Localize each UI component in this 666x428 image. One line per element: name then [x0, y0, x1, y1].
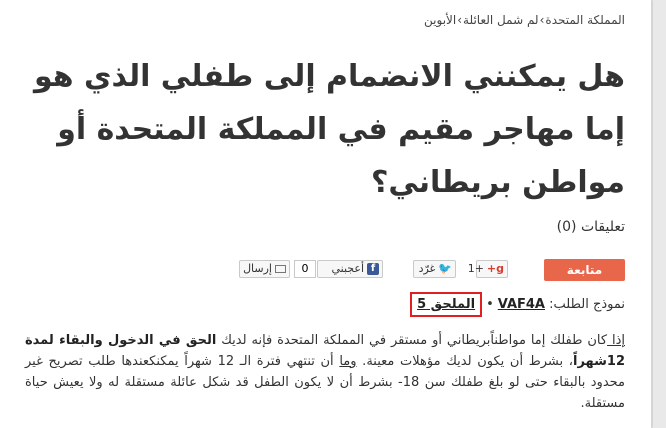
facebook-icon: f	[367, 263, 379, 275]
comments-count[interactable]: تعليقات (0)	[557, 219, 625, 235]
breadcrumb: المملكة المتحدة›لم شمل العائلة›الأبوين	[424, 13, 625, 27]
send-button[interactable]: إرسال	[239, 260, 290, 278]
form-label: نموذج الطلب:	[549, 297, 625, 312]
article-page: المملكة المتحدة›لم شمل العائلة›الأبوين ه…	[0, 0, 652, 428]
window-edge	[653, 0, 666, 428]
like-label: أعجبني	[331, 262, 364, 275]
annex-highlight: الملحق 5	[410, 292, 483, 317]
annex-link[interactable]: الملحق 5	[417, 297, 475, 312]
form-code-link[interactable]: VAF4A	[498, 297, 545, 312]
gplus-icon: g+	[486, 262, 504, 275]
breadcrumb-item-parents[interactable]: الأبوين	[424, 13, 456, 27]
like-count: 0	[294, 260, 316, 278]
breadcrumb-item-uk[interactable]: المملكة المتحدة	[545, 13, 625, 27]
comments-number: (0)	[556, 219, 577, 235]
application-form-line: نموذج الطلب: VAF4A • الملحق 5	[410, 292, 625, 317]
form-dot: •	[486, 297, 494, 312]
gplus-label: +1	[467, 262, 484, 275]
facebook-like-button[interactable]: f أعجبني	[317, 260, 383, 278]
tweet-label: غرّد	[418, 262, 436, 275]
paragraph-underlined-if: إذا	[607, 333, 625, 348]
follow-button[interactable]: متابعة	[544, 259, 625, 281]
tweet-button[interactable]: 🐦 غرّد	[413, 260, 456, 278]
send-label: إرسال	[243, 262, 272, 275]
paragraph-underlined: وما	[339, 354, 357, 369]
twitter-bird-icon: 🐦	[438, 262, 452, 275]
gplus-button[interactable]: g+ +1	[468, 260, 508, 278]
comments-label: تعليقات	[580, 219, 625, 235]
envelope-icon	[275, 265, 286, 273]
article-paragraph: إذا كان طفلك إما مواطناًبريطاني أو مستقر…	[25, 330, 625, 414]
page-title: هل يمكنني الانضمام إلى طفلي الذي هو إما …	[33, 59, 625, 200]
paragraph-part-2: ، بشرط أن يكون لديك مؤهلات معينة.	[356, 354, 573, 369]
breadcrumb-item-family-reunion[interactable]: لم شمل العائلة	[463, 13, 539, 27]
paragraph-part-1: كان طفلك إما مواطناًبريطاني أو مستقر في …	[216, 333, 608, 348]
